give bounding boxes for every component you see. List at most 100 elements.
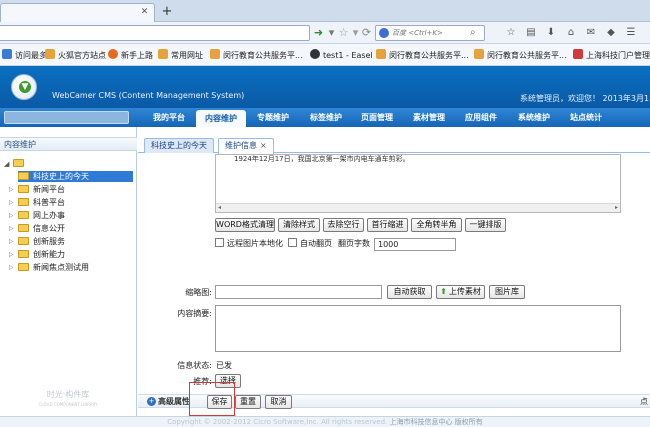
menu-page-management[interactable]: 页面管理 [353,108,401,127]
bookmark-item[interactable]: 闵行教育公共服务平... [474,49,567,61]
tab-today-in-history[interactable]: 科技史上的今天 [144,138,214,153]
full-to-half-width-button[interactable]: 全角转半角 [411,218,462,232]
thumbnail-label: 缩略图: [185,288,212,297]
summary-label: 内容摘要: [177,309,212,318]
tree-item-science-platform[interactable]: ▷ 科普平台 [9,197,133,208]
tree-item-innovation-capability[interactable]: ▷ 创新能力 [9,249,133,260]
page-chars-label: 翻页字数 [338,239,370,248]
tree-item-innovation-services[interactable]: ▷ 创新服务 [9,236,133,247]
search-icon[interactable]: ⌕ [470,27,476,38]
url-bar[interactable] [0,25,310,41]
clear-style-button[interactable]: 清除样式 [278,218,320,232]
folder-icon [18,185,29,193]
auto-get-button[interactable]: 自动获取 [387,285,432,299]
menu-content-maintenance[interactable]: 内容维护 [196,110,246,127]
expand-icon[interactable]: ▷ [9,236,14,247]
bookmark-item[interactable]: 火狐官方站点 [45,49,106,61]
bookmark-item[interactable]: 常用网址 [158,49,203,61]
expand-icon[interactable]: ▷ [9,223,14,234]
scroll-left-icon[interactable]: ◂ [218,204,221,211]
copyright-text: Copyright © 2002-2012 Cicro Software,Inc… [167,418,388,426]
word-format-clean-button[interactable]: WORD格式清理 [215,218,275,232]
new-tab-button[interactable]: + [160,5,174,19]
bookmark-item[interactable]: 访问最多 [2,49,47,61]
tab-maintenance-info[interactable]: 维护信息 × [218,138,274,154]
menu-tag-maintenance[interactable]: 标签维护 [301,108,351,127]
menu-topic-maintenance[interactable]: 专题维护 [248,108,298,127]
auto-page-option[interactable]: 自动翻页 [288,238,332,250]
upload-material-button[interactable]: ⬆ 上传素材 [436,285,485,299]
reload-icon[interactable]: ⟳ [360,26,373,39]
close-icon[interactable]: × [260,141,267,150]
folder-icon [45,49,55,59]
expand-icon[interactable]: ▷ [9,184,14,195]
folder-open-icon [13,159,24,167]
save-button[interactable]: 保存 [207,395,232,409]
thumbnail-input[interactable] [215,285,382,299]
tree-root[interactable]: ◢ [4,158,24,168]
page-chars-input[interactable]: 1000 [374,238,456,251]
menu-system-maintenance[interactable]: 系统维护 [510,108,558,127]
one-click-format-button[interactable]: 一键排版 [465,218,506,232]
tree-item-today-in-history[interactable]: 科技史上的今天 [18,171,133,182]
expand-icon[interactable]: ▷ [9,210,14,221]
remove-empty-lines-button[interactable]: 去除空行 [323,218,364,232]
folder-icon [18,263,29,271]
menu-icon[interactable]: ☰ [625,27,637,39]
tree-item-info-disclosure[interactable]: ▷ 信息公开 [9,223,133,234]
menu-material-management[interactable]: 素材管理 [405,108,453,127]
close-icon[interactable]: ✕ [139,7,150,18]
gear-icon [2,49,12,59]
remote-image-checkbox[interactable] [215,238,224,247]
editor-horizontal-scrollbar[interactable]: ◂ ▸ [216,203,620,212]
bookmark-item[interactable]: 闵行教育公共服务平... [376,49,469,61]
baidu-logo-icon [379,28,389,38]
search-box[interactable] [375,25,485,41]
tree-item-news-platform[interactable]: ▷ 新闻平台 [9,184,133,195]
tree-item-news-focus-test[interactable]: ▷ 新闻焦点测试用 [9,262,133,273]
bookmark-item[interactable]: 上海科技门户管理 [573,49,650,61]
site-selector[interactable] [4,111,129,124]
expand-icon[interactable]: ▷ [9,262,14,273]
bookmark-star-icon[interactable]: ☆ [505,27,517,39]
image-library-button[interactable]: 图片库 [489,285,525,299]
cms-header: ▼ WebCamer CMS (Content Management Syste… [0,66,650,108]
folder-icon [18,198,29,206]
collapse-icon[interactable]: ◢ [4,160,9,168]
scroll-right-icon[interactable]: ▸ [615,204,618,211]
menu-app-components[interactable]: 应用组件 [457,108,505,127]
cms-logo: ▼ [11,74,37,100]
first-line-indent-button[interactable]: 首行缩进 [367,218,408,232]
bookmarks-toolbar: 访问最多 火狐官方站点 新手上路 常用网址 闵行教育公共服务平... test1… [0,44,650,66]
bookmark-item[interactable]: test1 - Easel [310,49,373,61]
bookmark-item[interactable]: 新手上路 [108,49,153,61]
bookmark-item[interactable]: 闵行教育公共服务平... [210,49,303,61]
cancel-button[interactable]: 取消 [265,395,292,409]
folder-icon [376,49,386,59]
menu-site-statistics[interactable]: 站点统计 [562,108,610,127]
expand-icon[interactable]: ▷ [9,249,14,260]
expand-icon[interactable]: ▷ [9,197,14,208]
user-welcome: 系统管理员，欢迎您！ 2013年3月1 [520,94,650,103]
remote-image-local-option[interactable]: 远程图片本地化 [215,238,283,250]
copyright-owner: 上海市科技信息中心 版权所有 [389,418,483,426]
addon-icon[interactable]: ◆ [605,27,617,39]
menu-my-platform[interactable]: 我的平台 [145,108,193,127]
status-value: 已发 [216,361,232,370]
folder-icon [18,211,29,219]
summary-textarea[interactable] [215,305,621,352]
home-icon[interactable]: ⌂ [565,27,577,39]
go-icon[interactable]: ➜ [312,26,325,39]
mail-icon[interactable]: ✉ [585,27,597,39]
browser-tab[interactable]: ✕ [0,3,155,22]
left-panel-heading: 内容维护 [0,137,137,151]
browser-tab-bar: ✕ + [0,0,650,22]
page-icon [573,49,583,59]
download-icon[interactable]: ⬇ [545,27,557,39]
search-input[interactable] [392,27,472,39]
tree-item-online-services[interactable]: ▷ 网上办事 [9,210,133,221]
expand-plus-icon[interactable]: + [147,397,156,406]
bookmarks-menu-icon[interactable]: ▤ [525,27,537,39]
auto-page-checkbox[interactable] [288,238,297,247]
reset-button[interactable]: 重置 [235,395,261,409]
